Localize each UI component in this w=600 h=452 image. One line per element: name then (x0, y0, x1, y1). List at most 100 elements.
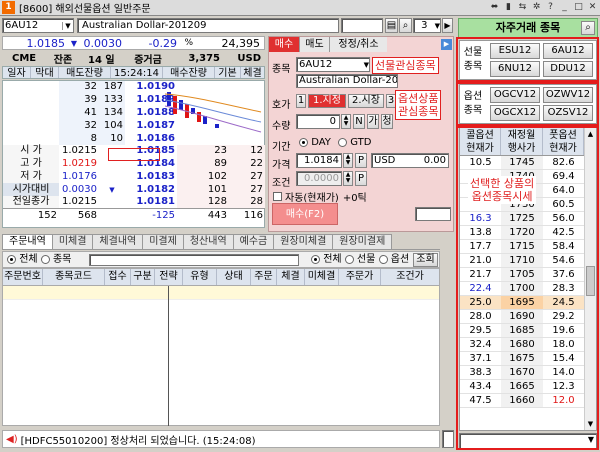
query-button[interactable]: 조회 (413, 253, 438, 267)
qty-available-button[interactable]: 가 (367, 114, 379, 129)
tab-bar[interactable]: 막대 (31, 67, 59, 79)
help-icon[interactable]: ? (545, 1, 556, 14)
qty-liquidate-button[interactable]: 청 (381, 114, 393, 129)
bid-price[interactable]: 1.0181 (125, 196, 177, 209)
time-header: 15:24:14 (111, 67, 163, 79)
bid-qty: 22 (229, 157, 265, 171)
radio-futures[interactable] (344, 254, 354, 264)
status-message: [HDFC55010200] 정상처리 되었습니다. (15:24:08) (20, 435, 256, 447)
chevron-down-icon[interactable]: ▼ (62, 21, 73, 30)
tab-bottom-6[interactable]: 원장미체결 (273, 234, 334, 249)
cond-price-input[interactable]: 0.0000 (296, 171, 342, 186)
bid-qty-header: 매수잔량 (163, 67, 215, 79)
tab-bottom-3[interactable]: 미결제 (142, 234, 184, 249)
current-price: 1.0185 (26, 36, 66, 50)
minimize-icon[interactable]: _ (559, 1, 570, 14)
price-stepper[interactable]: ▲ ▼ (343, 153, 353, 168)
transfer-icon[interactable]: ⇆ (517, 1, 528, 14)
radio-options[interactable] (378, 254, 388, 264)
arrow-spacer (99, 196, 125, 209)
table-row[interactable] (3, 286, 439, 300)
amount-currency: USD (374, 155, 396, 166)
qty-n-button[interactable]: N (353, 114, 365, 129)
price-p-button[interactable]: P (355, 153, 367, 168)
tab-bottom-4[interactable]: 청산내역 (182, 234, 234, 249)
order-symbol-combo[interactable]: 6AU12 ▼ (296, 57, 370, 72)
bid-row[interactable]: 시가대비 0.0030 ▼ 1.0182 101 27 (3, 183, 265, 197)
cond-p-button[interactable]: P (355, 171, 367, 186)
maximize-icon[interactable]: □ (573, 1, 584, 14)
type-limit[interactable]: 1.지정 (308, 94, 346, 108)
orders-col-header: 구분 (131, 269, 155, 285)
ask-count: 133 (99, 93, 125, 107)
tab-bottom-2[interactable]: 체결내역 (92, 234, 144, 249)
settings-icon[interactable]: ✲ (531, 1, 542, 14)
radio-all-products[interactable] (311, 254, 320, 264)
qty-stepper[interactable]: ▲ ▼ (341, 114, 351, 129)
orders-col-header: 유형 (183, 269, 217, 285)
tab-bottom-5[interactable]: 예수금 (232, 234, 275, 249)
bid-row[interactable]: 전일종가 1.0215 1.0181 128 28 (3, 196, 265, 209)
amount-field: USD 0.00 (371, 153, 449, 168)
tab-sell[interactable]: 매도 (299, 37, 329, 52)
annotation-options-interest: 옵션상품 관심종목 (395, 90, 442, 120)
search-icon[interactable]: ⌕ (581, 21, 595, 35)
chevron-down-icon[interactable]: ▼ (435, 22, 440, 30)
qty-input[interactable]: 0 (296, 114, 340, 129)
orders-col-header: 종목코드 (43, 269, 105, 285)
tab-bottom-1[interactable]: 미체결 (51, 234, 94, 249)
auto-price-checkbox[interactable] (273, 192, 282, 201)
symbol-filter-input[interactable] (89, 254, 299, 266)
list-icon[interactable]: ▤ (385, 18, 398, 33)
type-market[interactable]: 2.시장 (348, 94, 384, 108)
radio-day[interactable] (299, 137, 308, 147)
bid-row[interactable]: 저 가 1.0176 1.0183 102 27 (3, 170, 265, 184)
type-opt-1[interactable]: 1 (296, 94, 306, 108)
symbol-combo[interactable]: 6AU12 ▼ (2, 18, 74, 33)
tab-buy[interactable]: 매수 (269, 37, 299, 52)
tab-bottom-7[interactable]: 원장미결제 (332, 234, 393, 249)
favorites-title: 자주거래 종목 (458, 18, 598, 38)
ask-count: 187 (99, 81, 125, 94)
candle (179, 100, 183, 110)
radio-gtd[interactable] (338, 137, 348, 147)
price-input[interactable]: 1.0184 (296, 153, 342, 168)
extra-combo[interactable] (341, 18, 383, 33)
orders-col-header: 체결 (277, 269, 305, 285)
tab-bottom-0[interactable]: 주문내역 (2, 234, 53, 249)
annotation-frame-options (456, 82, 599, 126)
pin-icon[interactable]: ▮ (503, 1, 514, 14)
ask-count: 134 (99, 106, 125, 120)
tab-basic[interactable]: 기본 (215, 67, 241, 79)
current-price-highlight (108, 148, 160, 161)
orders-table-body (2, 286, 440, 426)
bid-price[interactable]: 1.0183 (125, 171, 177, 184)
annotation-frame-futures (456, 37, 599, 82)
bid-count: 89 (177, 157, 229, 171)
status-dropdown[interactable] (442, 430, 454, 448)
link-icon[interactable]: ⬌ (489, 1, 500, 14)
buy-submit-button[interactable]: 매수(F2) (272, 203, 338, 225)
ask-qty-header: 매도잔량 (59, 67, 111, 79)
ask-qty: 32 (59, 81, 99, 94)
radio-all[interactable] (7, 254, 16, 264)
down-arrow-icon: ▼ (70, 38, 77, 48)
radio-symbol[interactable] (40, 254, 50, 264)
next-icon[interactable]: ▶ (442, 18, 453, 33)
bid-side-label: 저 가 (3, 170, 59, 184)
close-icon[interactable]: ✕ (587, 1, 598, 14)
annotation-frame-option-quotes (456, 126, 599, 450)
orders-col-header: 상태 (217, 269, 251, 285)
search-icon[interactable]: ⌕ (399, 18, 412, 33)
expand-icon[interactable]: ▶ (441, 39, 452, 50)
bid-side-value: 1.0215 (62, 196, 97, 208)
cond-stepper[interactable]: ▲ ▼ (343, 171, 353, 186)
bid-side-label: 시 가 (3, 144, 59, 158)
tab-modify-cancel[interactable]: 정정/취소 (329, 37, 387, 52)
tab-fills[interactable]: 체결 (241, 67, 264, 79)
tab-date[interactable]: 일자 (3, 67, 31, 79)
column-divider (168, 286, 169, 426)
page-combo[interactable]: 3 ▼ (413, 18, 441, 33)
bid-price[interactable]: 1.0182 (125, 183, 177, 196)
chevron-down-icon[interactable]: ▼ (364, 61, 369, 69)
